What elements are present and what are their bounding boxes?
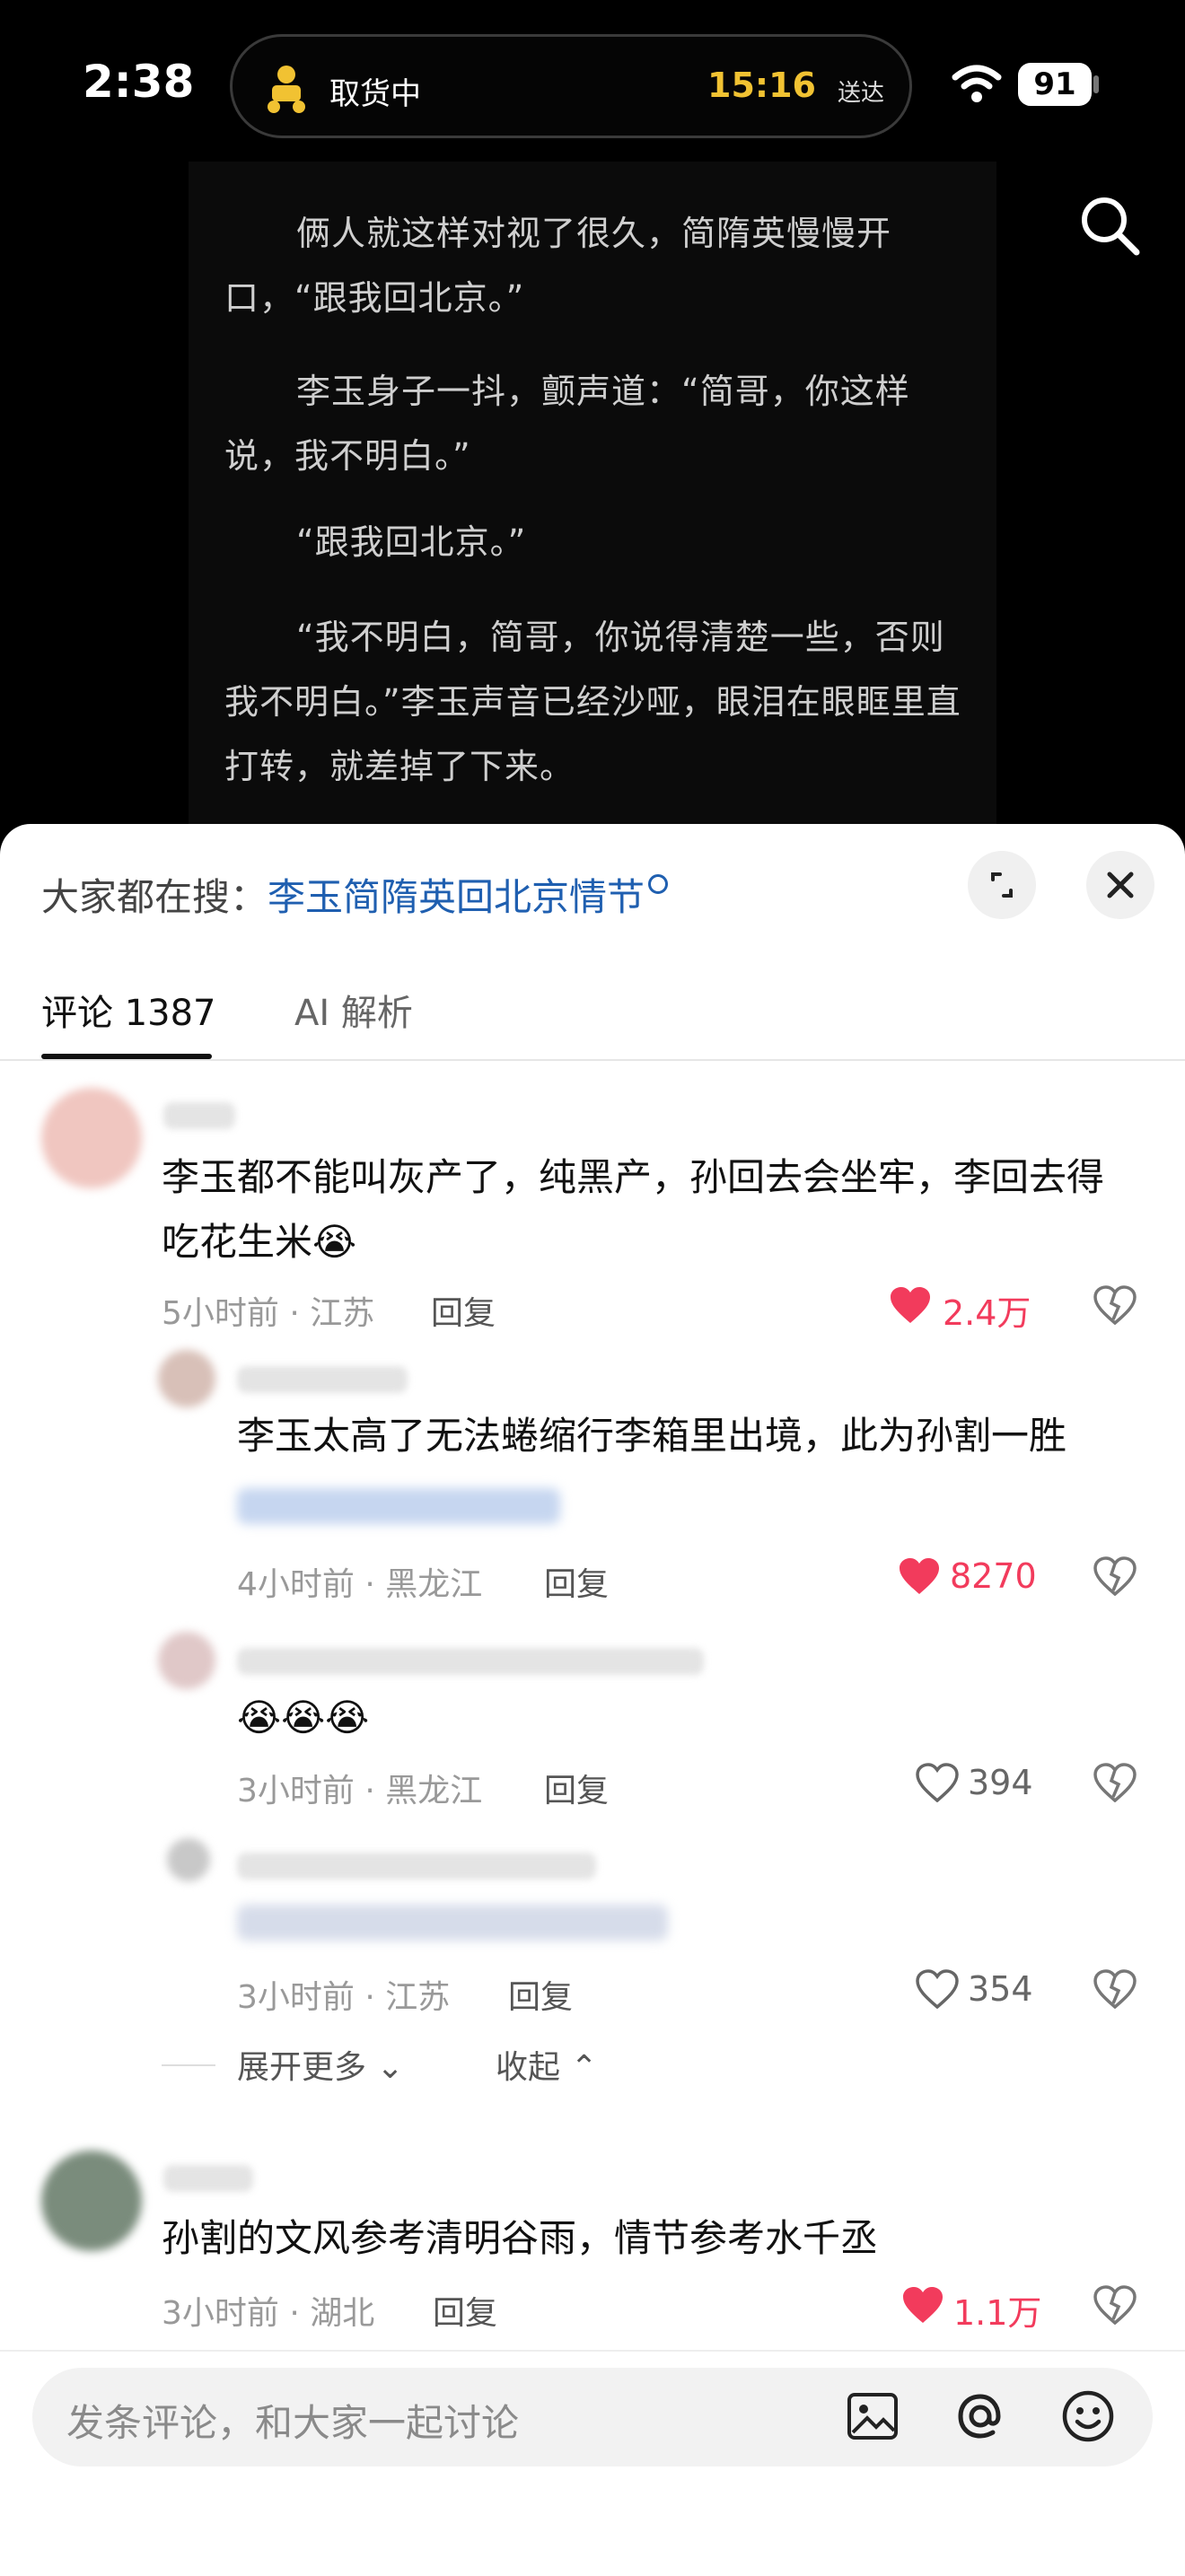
dislike-icon[interactable] <box>1093 1969 1137 2009</box>
dislike-icon[interactable] <box>1093 2285 1137 2325</box>
sheet-tabs: 评论 1387 AI 解析 <box>0 966 1185 1061</box>
blurred-reply-text <box>237 1905 668 1941</box>
reply-button[interactable]: 回复 <box>508 1971 573 2018</box>
username[interactable] <box>237 1366 408 1393</box>
username[interactable] <box>163 1102 235 1129</box>
heart-outline-icon[interactable] <box>916 1969 959 2009</box>
tab-comments[interactable]: 评论 1387 <box>41 984 216 1036</box>
battery-indicator: 91 <box>1018 63 1092 106</box>
reader-content: 俩人就这样对视了很久，简隋英慢慢开口，“跟我回北京。” 李玉身子一抖，颤声道：“… <box>189 162 996 826</box>
comment-meta: 4小时前 · 黑龙江 <box>237 1566 483 1603</box>
chevron-up-icon: ⌃ <box>570 2049 598 2086</box>
dislike-icon[interactable] <box>1093 1556 1137 1596</box>
reply-button[interactable]: 回复 <box>544 1558 609 1605</box>
like-count: 1.1万 <box>953 2293 1042 2333</box>
comment-meta: 3小时前 · 江苏 <box>237 1979 451 2016</box>
like-count: 394 <box>968 1763 1033 1802</box>
trending-search[interactable]: 大家都在搜：李玉简隋英回北京情节 <box>41 867 669 922</box>
expand-icon <box>991 872 1013 898</box>
courier-icon <box>268 66 305 113</box>
small-search-icon <box>648 874 669 894</box>
comment-sheet: 大家都在搜：李玉简隋英回北京情节 评论 1387 AI 解析 李玉都不能叫灰产了… <box>0 824 1185 2576</box>
trending-query[interactable]: 李玉简隋英回北京情节 <box>268 875 645 919</box>
trending-label: 大家都在搜： <box>41 875 268 919</box>
heart-outline-icon[interactable] <box>916 1763 959 1802</box>
avatar[interactable] <box>158 1632 215 1689</box>
comment-meta: 5小时前 · 江苏 <box>162 1295 375 1332</box>
dislike-icon[interactable] <box>1093 1763 1137 1802</box>
order-status: 取货中 <box>329 76 421 112</box>
emoji-icon[interactable] <box>1059 2388 1117 2445</box>
eta-time: 15:16 <box>707 66 816 105</box>
username[interactable] <box>237 1648 704 1675</box>
heart-filled-icon[interactable] <box>898 1556 941 1596</box>
tab-ai-analysis[interactable]: AI 解析 <box>294 984 413 1036</box>
image-icon[interactable] <box>844 2388 901 2445</box>
avatar[interactable] <box>41 1088 142 1188</box>
blurred-mention <box>237 1488 560 1524</box>
comment-meta: 3小时前 · 黑龙江 <box>237 1773 483 1809</box>
status-bar: 2:38 取货中 15:16 送达 91 <box>0 0 1185 171</box>
comment-input-bar: 发条评论，和大家一起讨论 <box>0 2350 1185 2576</box>
avatar[interactable] <box>41 2151 142 2251</box>
eta-label: 送达 <box>837 80 884 107</box>
reader-paragraph: 俩人就这样对视了很久，简隋英慢慢开口，“跟我回北京。” <box>224 214 892 318</box>
clock: 2:38 <box>83 56 195 108</box>
collapse-button[interactable]: 收起 ⌃ <box>496 2041 598 2088</box>
like-count: 8270 <box>950 1556 1037 1596</box>
like-count: 2.4万 <box>943 1293 1031 1333</box>
collapse-label: 收起 <box>496 2049 561 2086</box>
reader-paragraph: 李玉身子一抖，颤声道：“简哥，你这样说，我不明白。” <box>224 372 910 476</box>
username[interactable] <box>163 2165 253 2192</box>
expand-more-button[interactable]: 展开更多 ⌄ <box>237 2041 404 2088</box>
thread-divider <box>162 2064 215 2066</box>
comment-text: 李玉都不能叫灰产了，纯黑产，孙回去会坐牢，李回去得吃花生米😭 <box>162 1155 1105 1264</box>
reader-paragraph: “我不明白，简哥，你说得清楚一些，否则我不明白。”李玉声音已经沙哑，眼泪在眼眶里… <box>224 618 961 786</box>
dislike-icon[interactable] <box>1093 1285 1137 1325</box>
avatar[interactable] <box>158 1350 215 1407</box>
mention-icon[interactable] <box>952 2388 1009 2445</box>
heart-filled-icon[interactable] <box>901 2285 944 2325</box>
active-tab-indicator <box>41 1054 212 1059</box>
username[interactable] <box>237 1853 596 1879</box>
reply-button[interactable]: 回复 <box>544 1765 609 1811</box>
close-icon <box>1107 872 1134 898</box>
reader-paragraph: “跟我回北京。” <box>296 522 527 562</box>
expand-button[interactable] <box>968 851 1036 919</box>
battery-tip <box>1093 75 1099 93</box>
comment-input[interactable]: 发条评论，和大家一起讨论 <box>32 2368 1153 2466</box>
search-icon[interactable] <box>1077 193 1142 258</box>
comment-text: 孙割的文风参考清明谷雨，情节参考水千丞 <box>162 2216 879 2260</box>
delivery-live-activity[interactable]: 取货中 15:16 送达 <box>230 34 912 138</box>
reply-text: 😭😭😭 <box>237 1695 370 1739</box>
reply-button[interactable]: 回复 <box>431 1287 496 1334</box>
comment-meta: 3小时前 · 湖北 <box>162 2295 375 2332</box>
close-button[interactable] <box>1086 851 1154 919</box>
reply-text: 李玉太高了无法蜷缩行李箱里出境，此为孙割一胜 <box>237 1414 1067 1458</box>
wifi-icon <box>952 65 1002 102</box>
battery-level: 91 <box>1033 66 1076 102</box>
comment-input-placeholder: 发条评论，和大家一起讨论 <box>66 2401 520 2445</box>
reply-button[interactable]: 回复 <box>433 2287 497 2334</box>
heart-filled-icon[interactable] <box>889 1285 932 1325</box>
expand-more-label: 展开更多 <box>237 2049 367 2086</box>
avatar[interactable] <box>167 1838 210 1881</box>
like-count: 354 <box>968 1969 1033 2009</box>
chevron-down-icon: ⌄ <box>376 2049 404 2086</box>
